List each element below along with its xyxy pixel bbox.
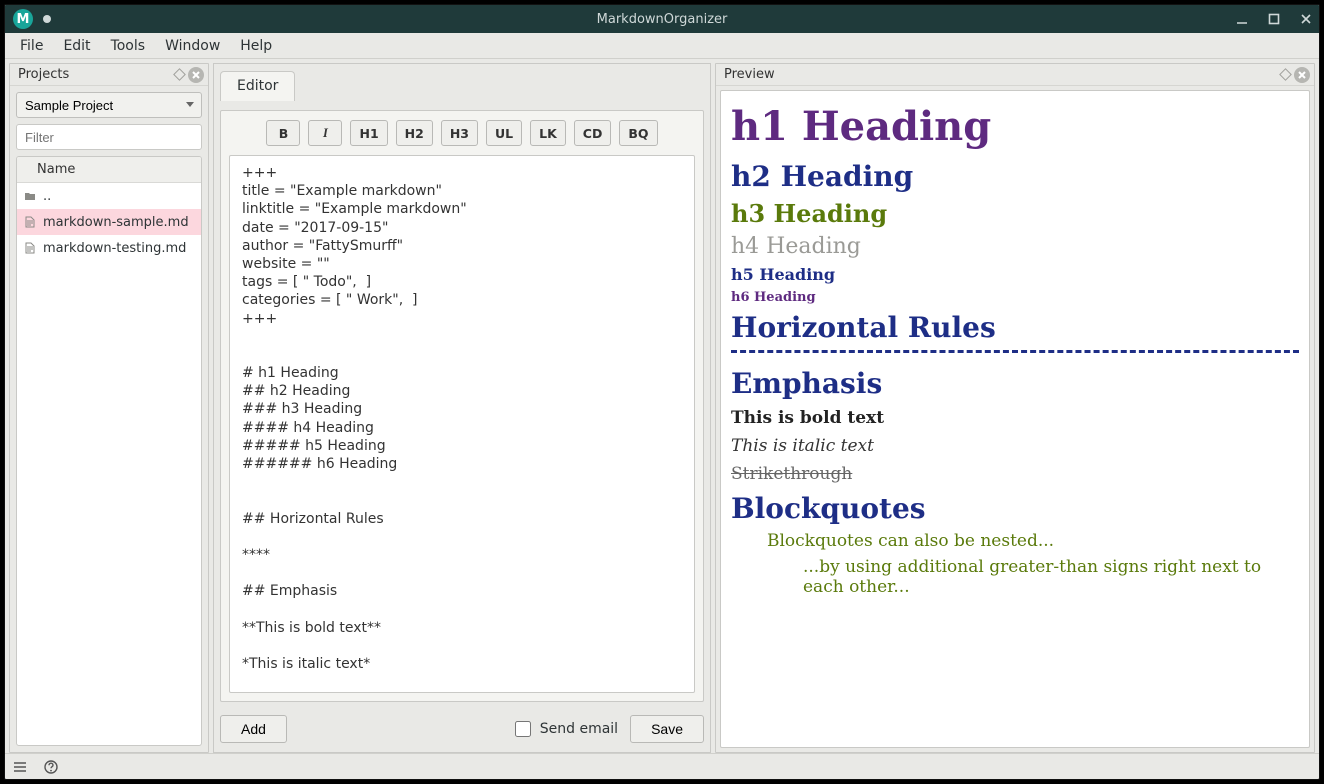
markdown-textarea[interactable] bbox=[229, 155, 695, 693]
file-icon bbox=[23, 242, 37, 254]
window-close-icon[interactable] bbox=[1299, 12, 1313, 26]
preview-h2: h2 Heading bbox=[731, 160, 1299, 193]
preview-content[interactable]: h1 Heading h2 Heading h3 Heading h4 Head… bbox=[720, 90, 1310, 748]
preview-h4: h4 Heading bbox=[731, 234, 1299, 259]
send-email-checkbox[interactable]: Send email bbox=[511, 718, 618, 740]
preview-blockquote-inner: ...by using additional greater-than sign… bbox=[803, 557, 1299, 597]
preview-h3: h3 Heading bbox=[731, 199, 1299, 228]
tool-h3[interactable]: H3 bbox=[441, 120, 478, 146]
preview-emphasis-title: Emphasis bbox=[731, 367, 1299, 400]
preview-blockquotes-title: Blockquotes bbox=[731, 492, 1299, 525]
tool-h2[interactable]: H2 bbox=[396, 120, 433, 146]
window-minimize-icon[interactable] bbox=[1235, 12, 1249, 26]
file-row-label: .. bbox=[43, 189, 51, 204]
tool-italic[interactable]: I bbox=[308, 120, 342, 146]
preview-blockquote-outer: Blockquotes can also be nested... ...by … bbox=[767, 531, 1299, 597]
panel-float-icon[interactable] bbox=[1280, 70, 1290, 80]
menu-edit[interactable]: Edit bbox=[54, 35, 99, 57]
project-select[interactable]: Sample Project bbox=[16, 92, 202, 118]
tab-editor[interactable]: Editor bbox=[220, 71, 295, 101]
file-icon bbox=[23, 216, 37, 228]
file-row[interactable]: markdown-sample.md bbox=[17, 209, 201, 235]
file-list: Name .. markdown-sample.md markdown-test… bbox=[16, 156, 202, 746]
app-logo: M bbox=[13, 9, 33, 29]
preview-bold-text: This is bold text bbox=[731, 408, 1299, 428]
save-button[interactable]: Save bbox=[630, 715, 704, 743]
preview-h5: h5 Heading bbox=[731, 265, 1299, 284]
window-modified-indicator bbox=[43, 15, 51, 23]
window-title: MarkdownOrganizer bbox=[597, 12, 728, 27]
editor-toolbar: B I H1 H2 H3 UL LK CD BQ bbox=[221, 111, 703, 155]
tool-bold[interactable]: B bbox=[266, 120, 300, 146]
send-email-checkbox-input[interactable] bbox=[515, 721, 531, 737]
file-row-label: markdown-sample.md bbox=[43, 215, 189, 230]
statusbar bbox=[5, 753, 1319, 779]
projects-panel: Projects Sample Project Name . bbox=[9, 63, 209, 753]
folder-up-icon bbox=[23, 190, 37, 202]
file-row[interactable]: markdown-testing.md bbox=[17, 235, 201, 261]
preview-horizontal-rule bbox=[731, 350, 1299, 353]
help-icon[interactable] bbox=[43, 759, 59, 775]
tool-blockquote[interactable]: BQ bbox=[619, 120, 657, 146]
editor-panel: Editor B I H1 H2 H3 UL LK CD BQ bbox=[213, 63, 711, 753]
preview-h6: h6 Heading bbox=[731, 290, 1299, 305]
file-list-header-name[interactable]: Name bbox=[17, 157, 201, 183]
tool-ul[interactable]: UL bbox=[486, 120, 522, 146]
filter-input[interactable] bbox=[16, 124, 202, 150]
list-icon[interactable] bbox=[13, 759, 29, 775]
menu-help[interactable]: Help bbox=[231, 35, 281, 57]
window-titlebar: M MarkdownOrganizer bbox=[5, 5, 1319, 33]
blockquote-inner-text: ...by using additional greater-than sign… bbox=[803, 557, 1261, 597]
preview-panel-title: Preview bbox=[724, 67, 775, 82]
preview-panel-close-icon[interactable] bbox=[1294, 67, 1310, 83]
preview-hr-title: Horizontal Rules bbox=[731, 311, 1299, 344]
projects-panel-close-icon[interactable] bbox=[188, 67, 204, 83]
preview-strike-text: Strikethrough bbox=[731, 464, 1299, 484]
file-row-parent[interactable]: .. bbox=[17, 183, 201, 209]
tool-code[interactable]: CD bbox=[574, 120, 612, 146]
tool-h1[interactable]: H1 bbox=[350, 120, 387, 146]
window-maximize-icon[interactable] bbox=[1267, 12, 1281, 26]
preview-italic-text: This is italic text bbox=[731, 436, 1299, 456]
preview-h1: h1 Heading bbox=[731, 103, 1299, 150]
file-row-label: markdown-testing.md bbox=[43, 241, 186, 256]
menu-file[interactable]: File bbox=[11, 35, 52, 57]
projects-panel-title: Projects bbox=[18, 67, 69, 82]
panel-float-icon[interactable] bbox=[174, 70, 184, 80]
menu-tools[interactable]: Tools bbox=[102, 35, 155, 57]
send-email-label: Send email bbox=[540, 721, 618, 737]
preview-panel: Preview h1 Heading h2 Heading h3 Heading… bbox=[715, 63, 1315, 753]
add-button[interactable]: Add bbox=[220, 715, 287, 743]
editor-tabbar: Editor bbox=[220, 70, 704, 100]
tool-link[interactable]: LK bbox=[530, 120, 566, 146]
menu-window[interactable]: Window bbox=[156, 35, 229, 57]
menubar: File Edit Tools Window Help bbox=[5, 33, 1319, 59]
blockquote-outer-text: Blockquotes can also be nested... bbox=[767, 531, 1054, 551]
